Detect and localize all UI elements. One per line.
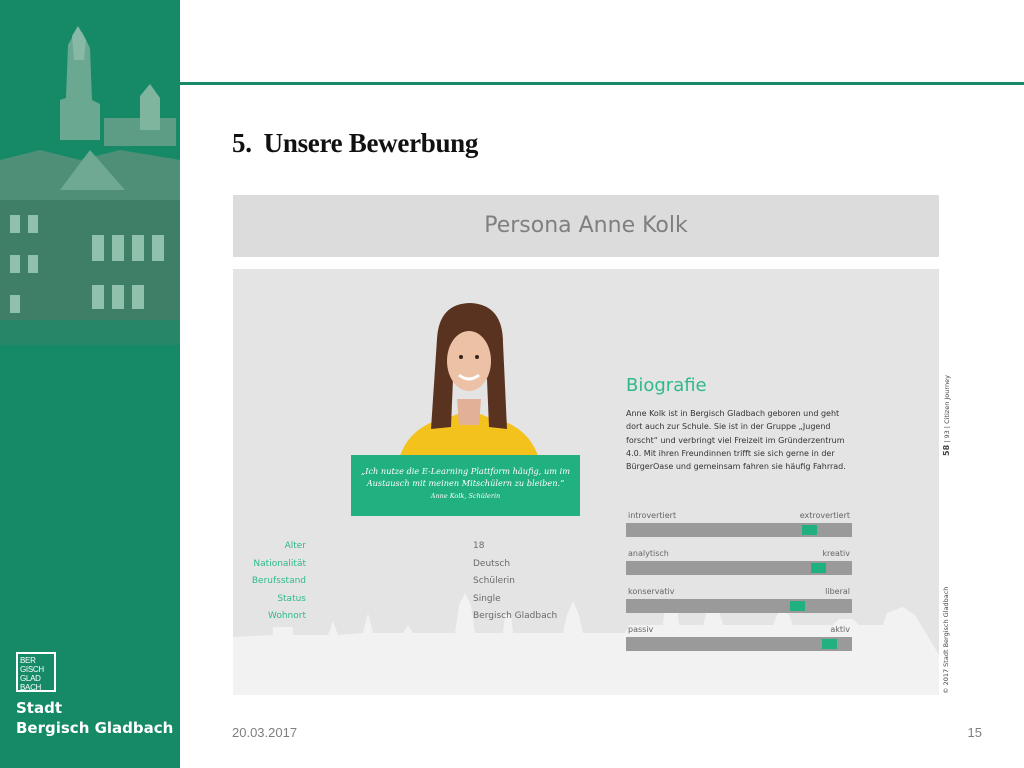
fact-value: 18 xyxy=(473,541,485,551)
scale-bar xyxy=(626,523,852,537)
persona-title: Persona Anne Kolk xyxy=(484,213,688,238)
persona-card: „Ich nutze die E-Learning Plattform häuf… xyxy=(233,269,939,695)
fact-value: Deutsch xyxy=(473,558,511,569)
trait-scale: analytisch kreativ xyxy=(626,549,852,579)
town-hall-photo xyxy=(0,0,180,345)
side-caption-text: 58 | 93 | Citizen Journey xyxy=(942,375,951,456)
scale-marker xyxy=(822,639,837,649)
fact-label: Nationalität xyxy=(253,558,306,569)
quote-author: Anne Kolk, Schülerin xyxy=(430,492,501,500)
biography-title: Biografie xyxy=(626,375,707,396)
fact-value: Bergisch Gladbach xyxy=(473,611,558,621)
scale-bar xyxy=(626,599,852,613)
persona-portrait xyxy=(399,303,539,459)
trait-scale: passiv aktiv xyxy=(626,625,852,655)
scale-left-label: introvertiert xyxy=(628,511,677,520)
slide-number: 5. xyxy=(232,128,252,158)
footer-date: 20.03.2017 xyxy=(232,725,298,740)
scale-marker xyxy=(811,563,826,573)
sidebar: BER GISCH GLAD BACH Stadt Bergisch Gladb… xyxy=(0,0,180,768)
scale-right-label: aktiv xyxy=(830,625,850,634)
page-number: 15 xyxy=(967,725,982,740)
biography-text: Anne Kolk ist in Bergisch Gladbach gebor… xyxy=(626,409,846,472)
side-caption-title: Citizen Journey xyxy=(943,375,951,424)
logo-line: GISCH xyxy=(20,665,44,674)
city-name: Stadt Bergisch Gladbach xyxy=(16,698,173,738)
scale-marker xyxy=(802,525,817,535)
scale-bar xyxy=(626,561,852,575)
city-name-line2: Bergisch Gladbach xyxy=(16,719,174,737)
quote-text: „Ich nutze die E-Learning Plattform häuf… xyxy=(360,466,570,488)
logo-line: BACH xyxy=(20,683,42,692)
scale-right-label: extrovertiert xyxy=(799,511,850,520)
side-caption-page: 58 xyxy=(942,444,951,456)
trait-scale: introvertiert extrovertiert xyxy=(626,511,852,541)
city-logo: BER GISCH GLAD BACH xyxy=(16,652,56,692)
fact-label: Status xyxy=(277,593,306,604)
logo-line: GLAD xyxy=(20,674,41,683)
fact-value: Single xyxy=(473,593,501,604)
side-caption: 58 | 93 | Citizen Journey xyxy=(942,370,962,460)
fact-label: Alter xyxy=(284,541,306,551)
scale-bar xyxy=(626,637,852,651)
logo-line: BER xyxy=(20,656,36,665)
side-caption-sep: | 93 | xyxy=(943,425,951,443)
fact-label: Berufsstand xyxy=(251,576,306,586)
scale-left-label: passiv xyxy=(628,625,654,634)
header-rule xyxy=(180,82,1024,85)
persona-header: Persona Anne Kolk xyxy=(233,195,939,257)
scale-marker xyxy=(790,601,805,611)
scale-left-label: konservativ xyxy=(628,587,675,596)
trait-scale: konservativ liberal xyxy=(626,587,852,617)
copyright-text: © 2017 Stadt Bergisch Gladbach xyxy=(942,586,950,694)
scale-left-label: analytisch xyxy=(628,549,669,558)
fact-value: Schülerin xyxy=(473,576,516,586)
fact-label: Wohnort xyxy=(267,611,306,621)
persona-quote: „Ich nutze die E-Learning Plattform häuf… xyxy=(351,455,580,516)
slide-title: 5. Unsere Bewerbung xyxy=(232,128,478,159)
side-caption-copyright: © 2017 Stadt Bergisch Gladbach xyxy=(942,586,962,698)
scale-right-label: liberal xyxy=(825,587,850,596)
slide-title-text: Unsere Bewerbung xyxy=(263,128,479,158)
city-name-line1: Stadt xyxy=(16,699,63,717)
scale-right-label: kreativ xyxy=(822,549,850,558)
